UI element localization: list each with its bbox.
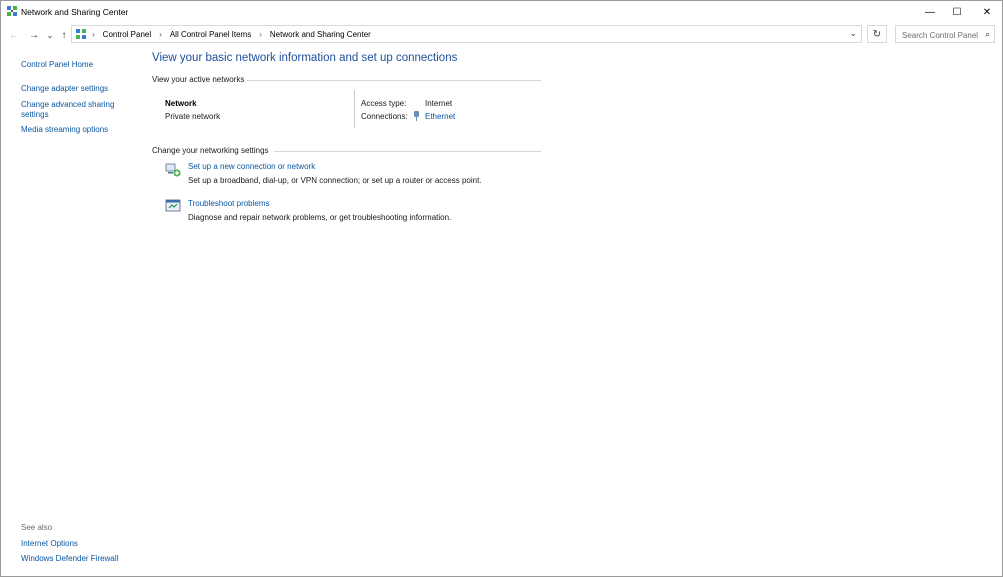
new-connection-icon [165,163,181,177]
search-input[interactable] [896,26,984,44]
sidebar-control-panel-home[interactable]: Control Panel Home [21,60,93,70]
troubleshoot-problems-description: Diagnose and repair network problems, or… [188,213,452,222]
ethernet-icon [414,111,419,121]
recent-locations-button[interactable]: ⌄ [43,26,57,44]
sidebar-change-advanced-sharing-settings[interactable]: Change advanced sharing settings [21,100,131,120]
sidebar-change-adapter-settings[interactable]: Change adapter settings [21,84,108,94]
address-dropdown-icon[interactable]: ⌄ [849,28,857,39]
window-title: Network and Sharing Center [21,7,129,17]
ethernet-connection-link[interactable]: Ethernet [425,112,455,121]
navigation-bar: ← → ⌄ ↑ › Control Panel › All Control Pa… [1,24,1002,46]
page-title: View your basic network information and … [152,52,458,64]
search-icon[interactable]: ⌕ [985,29,990,40]
network-type: Private network [165,112,221,121]
breadcrumb: › Control Panel › All Control Panel Item… [92,30,371,39]
minimize-button[interactable]: — [917,1,943,23]
section-divider [247,80,541,81]
network-sharing-window: Network and Sharing Center — ☐ ✕ ← → ⌄ ↑… [0,0,1003,577]
control-panel-icon [76,29,86,39]
address-bar[interactable]: › Control Panel › All Control Panel Item… [71,25,862,43]
setup-new-connection-description: Set up a broadband, dial-up, or VPN conn… [188,176,482,185]
setup-new-connection-link[interactable]: Set up a new connection or network [188,162,315,171]
breadcrumb-separator[interactable]: › [159,30,162,39]
access-type-value: Internet [425,99,453,108]
breadcrumb-separator[interactable]: › [259,30,262,39]
maximize-button[interactable]: ☐ [944,1,970,23]
breadcrumb-network-sharing-center[interactable]: Network and Sharing Center [270,30,371,39]
breadcrumb-all-items[interactable]: All Control Panel Items [170,30,251,39]
sidebar-media-streaming-options[interactable]: Media streaming options [21,125,108,135]
see-also-heading: See also [21,523,53,532]
troubleshoot-icon [165,199,181,212]
close-button[interactable]: ✕ [974,1,1000,23]
title-bar: Network and Sharing Center — ☐ ✕ [1,1,1002,23]
up-button[interactable]: ↑ [57,26,71,44]
back-button[interactable]: ← [7,26,21,44]
breadcrumb-separator[interactable]: › [92,30,95,39]
internet-options-link[interactable]: Internet Options [21,539,78,548]
access-type-label: Access type: [361,99,407,108]
network-info-divider [354,90,355,128]
search-box[interactable]: ⌕ [895,25,995,44]
networking-settings-heading: Change your networking settings [152,146,269,155]
active-networks-heading: View your active networks [152,75,245,84]
section-divider [274,151,541,152]
network-center-icon [7,6,17,16]
breadcrumb-control-panel[interactable]: Control Panel [103,30,151,39]
windows-defender-firewall-link[interactable]: Windows Defender Firewall [21,554,118,563]
forward-button[interactable]: → [27,26,41,44]
connections-label: Connections: [361,112,408,121]
troubleshoot-problems-link[interactable]: Troubleshoot problems [188,199,270,208]
refresh-button[interactable]: ↻ [867,25,887,43]
network-name: Network [165,99,197,108]
